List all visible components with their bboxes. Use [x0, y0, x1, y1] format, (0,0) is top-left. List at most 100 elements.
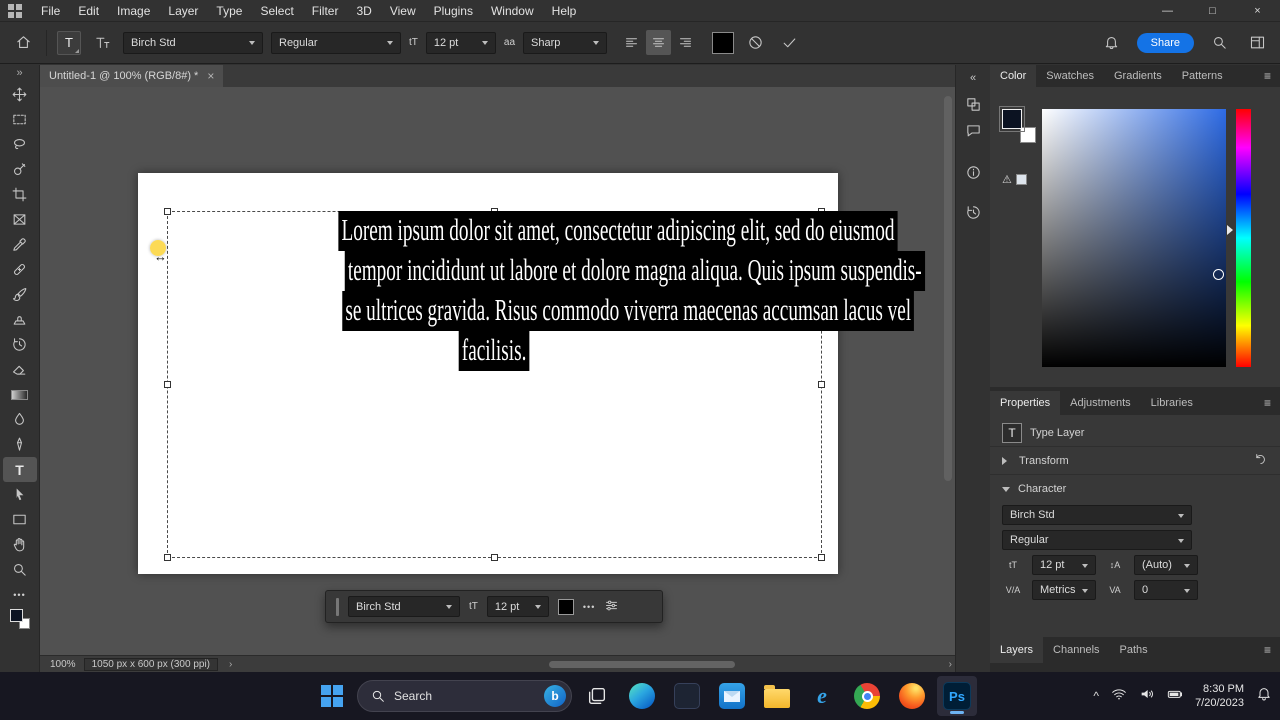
reset-transform-icon[interactable] [1253, 452, 1268, 470]
cancel-edit-icon[interactable] [742, 30, 768, 56]
ctx-font-size-select[interactable]: 12 pt [486, 596, 549, 617]
lasso-tool[interactable] [3, 132, 37, 157]
text-line[interactable]: facilisis. [167, 331, 822, 371]
eyedropper-tool[interactable] [3, 232, 37, 257]
align-right-icon[interactable] [673, 30, 698, 55]
taskbar-search[interactable]: Search b [357, 680, 572, 712]
minimize-button[interactable]: — [1145, 0, 1190, 22]
gamut-color-swatch[interactable] [1015, 174, 1027, 185]
text-color-swatch[interactable] [712, 31, 735, 54]
transform-handle[interactable] [818, 380, 825, 388]
font-size-select[interactable]: 12 pt [425, 31, 496, 54]
char-kerning-select[interactable]: 0 [1134, 580, 1198, 600]
app-button[interactable] [667, 676, 707, 716]
transform-handle[interactable] [490, 554, 498, 561]
char-font-size-select[interactable]: 12 pt [1032, 555, 1096, 575]
layers-panel-menu-icon[interactable]: ≡ [1255, 637, 1280, 663]
vertical-scroll-thumb[interactable] [944, 96, 952, 481]
char-leading-select[interactable]: (Auto) [1134, 555, 1198, 575]
horizontal-scrollbar[interactable] [247, 659, 933, 670]
battery-icon[interactable] [1167, 686, 1183, 707]
menu-view[interactable]: View [381, 0, 425, 22]
transform-section-header[interactable]: Transform [990, 447, 1280, 475]
notifications-bell-icon[interactable] [1099, 30, 1125, 56]
menu-edit[interactable]: Edit [69, 0, 108, 22]
transform-handle[interactable] [818, 554, 825, 561]
transform-handle[interactable] [164, 380, 171, 388]
tab-properties[interactable]: Properties [990, 391, 1061, 415]
maximize-button[interactable]: □ [1190, 0, 1235, 22]
type-tool-badge[interactable]: T [57, 30, 81, 55]
menu-filter[interactable]: Filter [303, 0, 348, 22]
properties-panel-menu-icon[interactable]: ≡ [1255, 391, 1280, 415]
type-tool[interactable]: T [2, 457, 37, 482]
notification-center-icon[interactable] [1256, 686, 1272, 707]
text-line[interactable]: se ultrices gravida. Risus commodo viver… [167, 291, 915, 331]
move-tool[interactable] [3, 82, 37, 107]
canvas[interactable]: Lorem ipsum dolor sit amet, consectetur … [40, 87, 955, 655]
foreground-background-swatches[interactable] [9, 609, 30, 629]
hue-slider-marker[interactable] [1227, 225, 1238, 235]
transform-handle[interactable] [164, 554, 171, 561]
chrome-button[interactable] [847, 676, 887, 716]
menu-layer[interactable]: Layer [159, 0, 207, 22]
ctx-color-swatch[interactable] [557, 598, 574, 615]
gradient-tool[interactable] [3, 382, 37, 407]
marquee-tool[interactable] [3, 107, 37, 132]
text-orientation-icon[interactable] [89, 30, 115, 56]
font-family-select[interactable]: Birch Std [123, 31, 263, 54]
expand-tools-icon[interactable]: » [16, 66, 22, 82]
collapse-panels-icon[interactable]: « [959, 65, 987, 91]
edge-button[interactable] [622, 676, 662, 716]
menu-image[interactable]: Image [108, 0, 159, 22]
ctx-more-icon[interactable]: ••• [583, 602, 595, 612]
foreground-color-swatch[interactable] [999, 106, 1025, 132]
scroll-right-arrow[interactable]: › [946, 659, 955, 670]
info-panel-icon[interactable] [959, 159, 987, 185]
taskbar-clock[interactable]: 8:30 PM 7/20/2023 [1195, 682, 1244, 710]
firefox-button[interactable] [892, 676, 932, 716]
menu-file[interactable]: File [32, 0, 69, 22]
internet-explorer-button[interactable]: e [802, 676, 842, 716]
tab-patterns[interactable]: Patterns [1172, 65, 1233, 87]
rectangle-tool[interactable] [3, 507, 37, 532]
arrange-panel-icon[interactable] [959, 91, 987, 117]
history-panel-icon[interactable] [959, 199, 987, 225]
quick-selection-tool[interactable] [3, 157, 37, 182]
tab-gradients[interactable]: Gradients [1104, 65, 1172, 87]
status-popup-chevron[interactable]: › [226, 659, 235, 670]
hue-slider[interactable] [1236, 109, 1251, 367]
task-view-button[interactable] [577, 676, 617, 716]
document-tab[interactable]: Untitled-1 @ 100% (RGB/8#) * × [40, 65, 224, 87]
menu-window[interactable]: Window [482, 0, 543, 22]
tab-paths[interactable]: Paths [1110, 637, 1158, 663]
drag-grip[interactable] [336, 597, 339, 616]
char-tracking-select[interactable]: Metrics [1032, 580, 1096, 600]
path-selection-tool[interactable] [3, 482, 37, 507]
align-center-icon[interactable] [646, 30, 672, 55]
tab-channels[interactable]: Channels [1043, 637, 1109, 663]
color-panel-menu-icon[interactable]: ≡ [1255, 65, 1280, 87]
file-explorer-button[interactable] [757, 676, 797, 716]
blur-tool[interactable] [3, 407, 37, 432]
eraser-tool[interactable] [3, 357, 37, 382]
document-canvas[interactable]: Lorem ipsum dolor sit amet, consectetur … [138, 173, 925, 574]
tab-swatches[interactable]: Swatches [1036, 65, 1104, 87]
workspace-switcher-icon[interactable] [1244, 30, 1270, 56]
foreground-background-swatches[interactable] [999, 106, 1038, 145]
tab-layers[interactable]: Layers [990, 637, 1044, 663]
menu-3d[interactable]: 3D [347, 0, 380, 22]
edit-toolbar-icon[interactable]: ••• [3, 582, 37, 607]
type-layer-text[interactable]: Lorem ipsum dolor sit amet, consectetur … [167, 211, 925, 371]
tab-adjustments[interactable]: Adjustments [1060, 391, 1141, 415]
menu-plugins[interactable]: Plugins [425, 0, 482, 22]
comments-panel-icon[interactable] [959, 117, 987, 143]
char-font-style-select[interactable]: Regular [1002, 530, 1192, 550]
menu-help[interactable]: Help [543, 0, 586, 22]
tab-color[interactable]: Color [990, 65, 1037, 87]
char-font-family-select[interactable]: Birch Std [1002, 505, 1192, 525]
clone-stamp-tool[interactable] [3, 307, 37, 332]
volume-icon[interactable] [1139, 686, 1155, 707]
search-icon[interactable] [1206, 30, 1232, 56]
crop-tool[interactable] [3, 182, 37, 207]
